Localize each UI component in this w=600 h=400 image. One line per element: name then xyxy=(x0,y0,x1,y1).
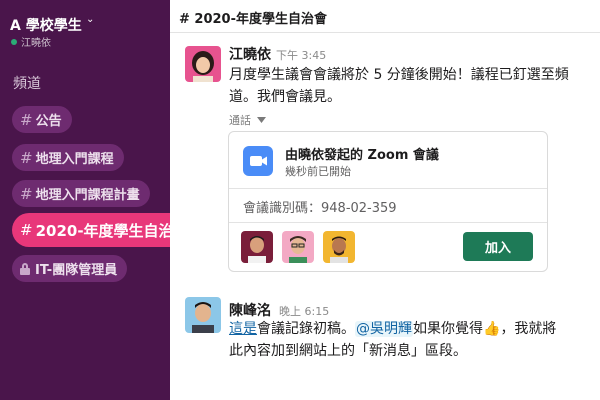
participant-avatar[interactable] xyxy=(282,231,314,263)
message-text-part: 如果你覺得 xyxy=(413,321,483,337)
avatar[interactable] xyxy=(185,46,221,82)
workspace-name[interactable]: A 學校學生 xyxy=(10,15,82,35)
hash-icon: # xyxy=(20,184,33,203)
channel-item-geography-intro[interactable]: # 地理入門課程 xyxy=(12,144,124,171)
message-pane: # 2020-年度學生自治會 江曉依 下午 3:45 月度學生議會會議將於 5 … xyxy=(170,0,600,400)
channel-label: 2020-年度學生自治會 xyxy=(35,221,189,240)
channel-item-it-admins[interactable]: IT-團隊管理員 xyxy=(12,255,128,282)
meeting-id: 會議識別碼：948-02-359 xyxy=(243,201,397,216)
doc-link[interactable]: 這是 xyxy=(229,321,257,337)
channel-label: IT-團隊管理員 xyxy=(35,263,118,278)
zoom-meeting-card: 由曉依發起的 Zoom 會議 幾秒前已開始 會議識別碼：948-02-359 加… xyxy=(228,131,548,272)
hash-icon: # xyxy=(20,221,33,239)
channel-header: # 2020-年度學生自治會 xyxy=(170,0,600,33)
call-label-text: 通話 xyxy=(229,114,251,127)
message-sender[interactable]: 陳峰洺 xyxy=(229,300,271,320)
user-mention[interactable]: @吳明輝 xyxy=(355,321,413,337)
caret-down-icon xyxy=(256,117,266,123)
message-timestamp[interactable]: 晚上 6:15 xyxy=(279,303,329,319)
message-sender[interactable]: 江曉依 xyxy=(229,44,271,64)
card-divider xyxy=(229,222,547,223)
channels-section-header[interactable]: 頻道 xyxy=(13,73,41,93)
participant-avatar[interactable] xyxy=(241,231,273,263)
card-divider xyxy=(229,188,547,189)
message-text: 這是會議記錄初稿。@吳明輝如果你覺得👍，我就將此內容加到網站上的「新消息」區段。 xyxy=(229,318,569,362)
join-button[interactable]: 加入 xyxy=(463,232,533,261)
channel-label: 公告 xyxy=(35,114,62,129)
channel-label: 地理入門課程計畫 xyxy=(35,188,140,203)
message-timestamp[interactable]: 下午 3:45 xyxy=(276,47,326,63)
thumbs-up-emoji: 👍 xyxy=(483,321,501,337)
meeting-status: 幾秒前已開始 xyxy=(285,165,351,178)
hash-icon: # xyxy=(20,110,33,129)
hash-icon: # xyxy=(20,148,33,167)
zoom-video-icon xyxy=(243,146,273,176)
channel-title[interactable]: # 2020-年度學生自治會 xyxy=(179,8,327,27)
lock-icon xyxy=(20,263,30,275)
channel-label: 地理入門課程 xyxy=(35,152,114,167)
call-label[interactable]: 通話 xyxy=(229,112,266,128)
meeting-title: 由曉依發起的 Zoom 會議 xyxy=(285,148,439,163)
presence-icon xyxy=(11,39,17,45)
channel-item-announcements[interactable]: # 公告 xyxy=(12,106,72,133)
chevron-down-icon[interactable]: ⌄ xyxy=(86,14,94,25)
participant-avatar[interactable] xyxy=(323,231,355,263)
current-user-name: 江曉依 xyxy=(21,38,51,49)
message-text-part: 會議記錄初稿。 xyxy=(257,321,355,337)
channel-item-geography-plan[interactable]: # 地理入門課程計畫 xyxy=(12,180,150,207)
message-text: 月度學生議會會議將於 5 分鐘後開始！議程已釘選至頻道。我們會議見。 xyxy=(229,67,569,105)
sidebar: A 學校學生 ⌄ 江曉依 頻道 # 公告 # 地理入門課程 # 地理入門課程計畫… xyxy=(0,0,201,400)
avatar[interactable] xyxy=(185,297,221,333)
